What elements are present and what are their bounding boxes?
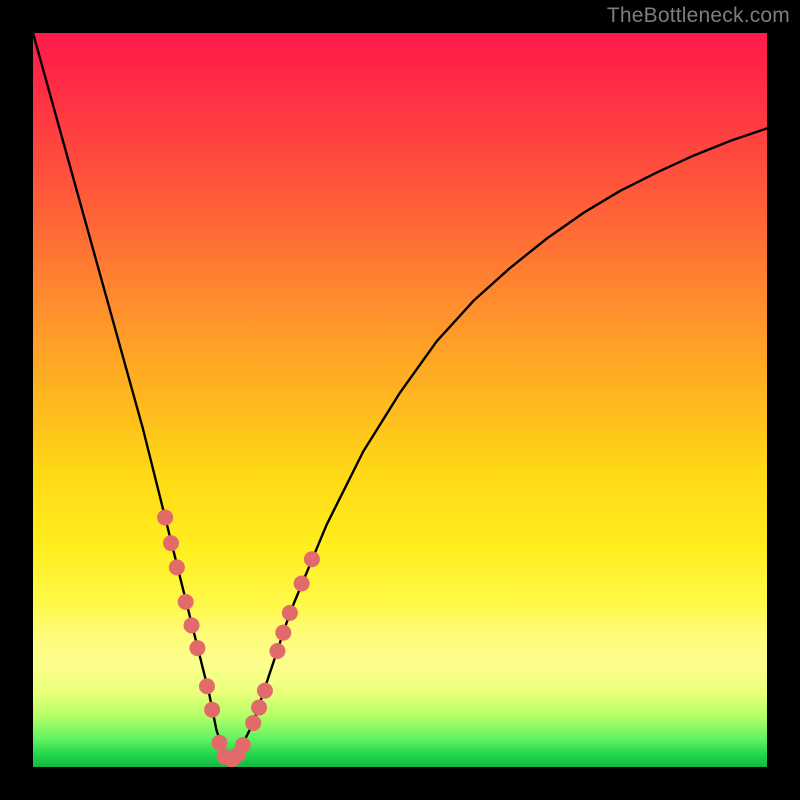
- highlight-point: [163, 535, 179, 551]
- highlight-point: [157, 509, 173, 525]
- highlight-point: [189, 640, 205, 656]
- highlight-point: [294, 576, 310, 592]
- plot-area: [33, 33, 767, 767]
- chart-frame: TheBottleneck.com: [0, 0, 800, 800]
- highlight-point: [199, 678, 215, 694]
- chart-svg: [33, 33, 767, 767]
- watermark-text: TheBottleneck.com: [607, 4, 790, 28]
- highlight-point: [251, 700, 267, 716]
- highlight-point: [211, 735, 227, 751]
- highlight-point: [169, 559, 185, 575]
- marker-layer: [157, 509, 320, 767]
- highlight-point: [245, 715, 261, 731]
- highlight-point: [269, 643, 285, 659]
- highlight-point: [282, 605, 298, 621]
- highlight-point: [275, 625, 291, 641]
- highlight-point: [304, 551, 320, 567]
- highlight-point: [178, 594, 194, 610]
- highlight-point: [235, 737, 251, 753]
- bottleneck-curve: [33, 33, 767, 760]
- highlight-point: [204, 702, 220, 718]
- highlight-point: [257, 683, 273, 699]
- curve-layer: [33, 33, 767, 760]
- highlight-point: [184, 617, 200, 633]
